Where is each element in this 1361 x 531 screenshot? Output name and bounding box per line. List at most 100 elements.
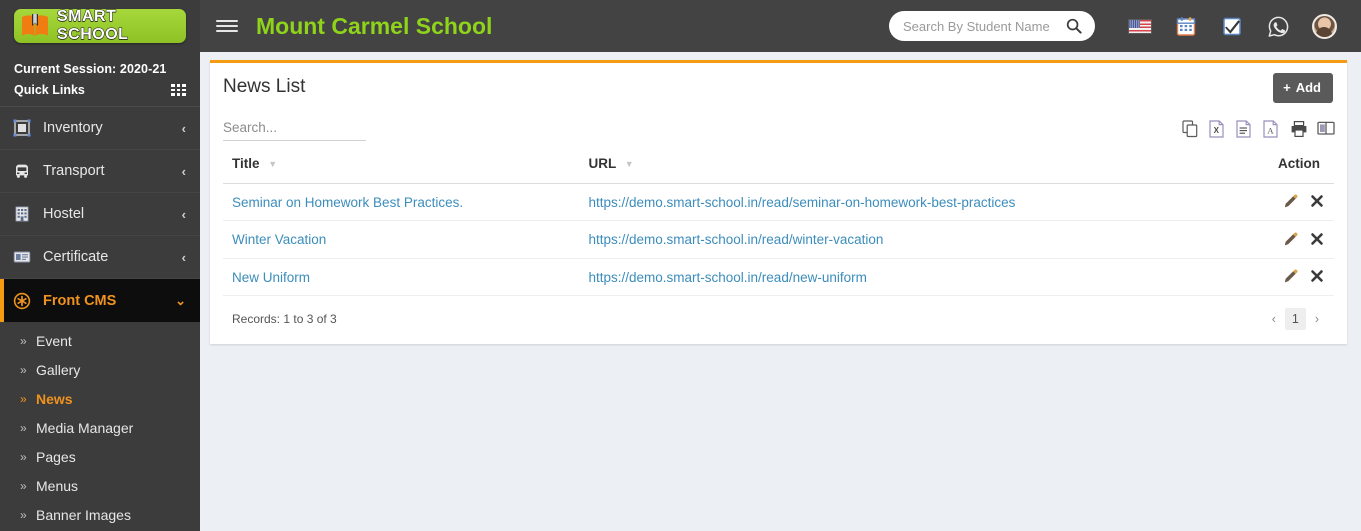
- sidebar-subitem-label: Pages: [36, 449, 76, 465]
- pencil-icon[interactable]: [1278, 194, 1298, 210]
- sidebar-item-label: Inventory: [43, 120, 182, 136]
- news-table: Title ▼ URL ▼ Action: [223, 147, 1334, 296]
- calendar-icon[interactable]: [1163, 0, 1209, 52]
- table-row: New Uniform https://demo.smart-school.in…: [223, 258, 1334, 295]
- chevron-left-icon: ‹: [182, 121, 186, 136]
- close-x-icon[interactable]: [1304, 194, 1324, 210]
- panel-body: X: [210, 111, 1347, 344]
- sidebar-subitem-event[interactable]: » Event: [0, 326, 200, 355]
- sidebar-subitem-label: Menus: [36, 478, 78, 494]
- pagination: ‹ 1 ›: [1265, 308, 1330, 330]
- smart-school-logo[interactable]: SMART SCHOOL: [14, 9, 186, 43]
- sidebar-item-inventory[interactable]: Inventory ‹: [0, 107, 200, 150]
- table-footer: Records: 1 to 3 of 3 ‹ 1 ›: [223, 296, 1334, 334]
- checkbox-task-icon[interactable]: [1209, 0, 1255, 52]
- news-list-panel: News List + Add: [210, 60, 1347, 344]
- front-cms-submenu: » Event » Gallery » News » Media Manager…: [0, 322, 200, 529]
- sort-indicator-icon: ▼: [268, 159, 277, 169]
- language-flag-us-icon[interactable]: [1117, 0, 1163, 52]
- grid-icon: [171, 84, 186, 96]
- search-input[interactable]: [903, 19, 1066, 34]
- news-title-link[interactable]: New Uniform: [232, 270, 310, 285]
- header-actions: [889, 0, 1361, 52]
- news-url-link[interactable]: https://demo.smart-school.in/read/winter…: [588, 232, 883, 247]
- double-chevron-icon: »: [20, 508, 36, 522]
- inventory-icon: [13, 119, 37, 137]
- cell-url: https://demo.smart-school.in/read/new-un…: [579, 258, 1269, 295]
- sidebar-subitem-label: Media Manager: [36, 420, 133, 436]
- double-chevron-icon: »: [20, 479, 36, 493]
- sidebar-item-label: Transport: [43, 163, 182, 179]
- column-header-title[interactable]: Title ▼: [223, 147, 579, 184]
- column-header-title-label: Title: [232, 156, 260, 171]
- add-button[interactable]: + Add: [1273, 73, 1333, 103]
- chevron-left-icon: ‹: [182, 207, 186, 222]
- sidebar-subitem-pages[interactable]: » Pages: [0, 442, 200, 471]
- columns-icon[interactable]: [1317, 120, 1334, 139]
- table-search-input[interactable]: [223, 117, 366, 141]
- column-header-action-label: Action: [1278, 156, 1320, 171]
- cell-title: New Uniform: [223, 258, 579, 295]
- close-x-icon[interactable]: [1304, 269, 1324, 285]
- cell-title: Winter Vacation: [223, 221, 579, 258]
- pagination-page-1[interactable]: 1: [1285, 308, 1306, 330]
- sidebar-subitem-gallery[interactable]: » Gallery: [0, 355, 200, 384]
- panel-title: News List: [223, 76, 305, 98]
- table-row: Winter Vacation https://demo.smart-schoo…: [223, 221, 1334, 258]
- page-title: Mount Carmel School: [256, 13, 492, 40]
- quick-links-button[interactable]: Quick Links: [14, 83, 186, 97]
- us-flag-graphic: [1128, 19, 1152, 34]
- whatsapp-icon[interactable]: [1255, 0, 1301, 52]
- cell-title: Seminar on Homework Best Practices.: [223, 184, 579, 221]
- sidebar-subitem-news[interactable]: » News: [0, 384, 200, 413]
- double-chevron-icon: »: [20, 392, 36, 406]
- building-icon: [13, 205, 37, 223]
- news-title-link[interactable]: Winter Vacation: [232, 232, 326, 247]
- sidebar-subitem-menus[interactable]: » Menus: [0, 471, 200, 500]
- cell-url: https://demo.smart-school.in/read/winter…: [579, 221, 1269, 258]
- double-chevron-icon: »: [20, 421, 36, 435]
- user-avatar[interactable]: [1301, 0, 1347, 52]
- copy-icon[interactable]: [1182, 120, 1199, 139]
- plus-icon: +: [1283, 80, 1291, 95]
- sidebar-item-certificate[interactable]: Certificate ‹: [0, 236, 200, 279]
- pencil-icon[interactable]: [1278, 269, 1298, 285]
- cell-url: https://demo.smart-school.in/read/semina…: [579, 184, 1269, 221]
- hamburger-line: [216, 30, 238, 32]
- sidebar-subitem-banner-images[interactable]: » Banner Images: [0, 500, 200, 529]
- sidebar-subitem-media-manager[interactable]: » Media Manager: [0, 413, 200, 442]
- column-header-url[interactable]: URL ▼: [579, 147, 1269, 184]
- sidebar-subitem-label: Banner Images: [36, 507, 131, 523]
- sidebar-item-front-cms[interactable]: Front CMS ⌄: [0, 279, 200, 322]
- open-book-icon: [20, 13, 50, 39]
- excel-icon[interactable]: X: [1209, 120, 1226, 139]
- logo-area[interactable]: SMART SCHOOL: [0, 0, 200, 52]
- chevron-left-icon: ‹: [182, 250, 186, 265]
- main-content: News List + Add: [200, 52, 1361, 531]
- print-icon[interactable]: [1290, 120, 1307, 139]
- pagination-prev[interactable]: ‹: [1265, 308, 1283, 330]
- news-url-link[interactable]: https://demo.smart-school.in/read/semina…: [588, 195, 1015, 210]
- pencil-icon[interactable]: [1278, 232, 1298, 248]
- csv-icon[interactable]: [1236, 120, 1253, 139]
- chevron-left-icon: ‹: [182, 164, 186, 179]
- news-title-link[interactable]: Seminar on Homework Best Practices.: [232, 195, 463, 210]
- close-x-icon[interactable]: [1304, 232, 1324, 248]
- search-icon[interactable]: [1066, 18, 1082, 34]
- double-chevron-icon: »: [20, 450, 36, 464]
- pdf-icon[interactable]: A: [1263, 120, 1280, 139]
- sidebar-item-hostel[interactable]: Hostel ‹: [0, 193, 200, 236]
- sidebar-subitem-label: News: [36, 391, 73, 407]
- sidebar-item-transport[interactable]: Transport ‹: [0, 150, 200, 193]
- student-search-box[interactable]: [889, 11, 1095, 41]
- news-url-link[interactable]: https://demo.smart-school.in/read/new-un…: [588, 270, 866, 285]
- add-button-label: Add: [1296, 80, 1321, 95]
- sidebar-subitem-label: Event: [36, 333, 72, 349]
- certificate-icon: [13, 248, 37, 266]
- current-session-label: Current Session: 2020-21: [14, 62, 186, 76]
- hamburger-icon[interactable]: [216, 15, 238, 37]
- sort-indicator-icon: ▼: [625, 159, 634, 169]
- pagination-next[interactable]: ›: [1308, 308, 1326, 330]
- cell-action: [1269, 258, 1334, 295]
- double-chevron-icon: »: [20, 334, 36, 348]
